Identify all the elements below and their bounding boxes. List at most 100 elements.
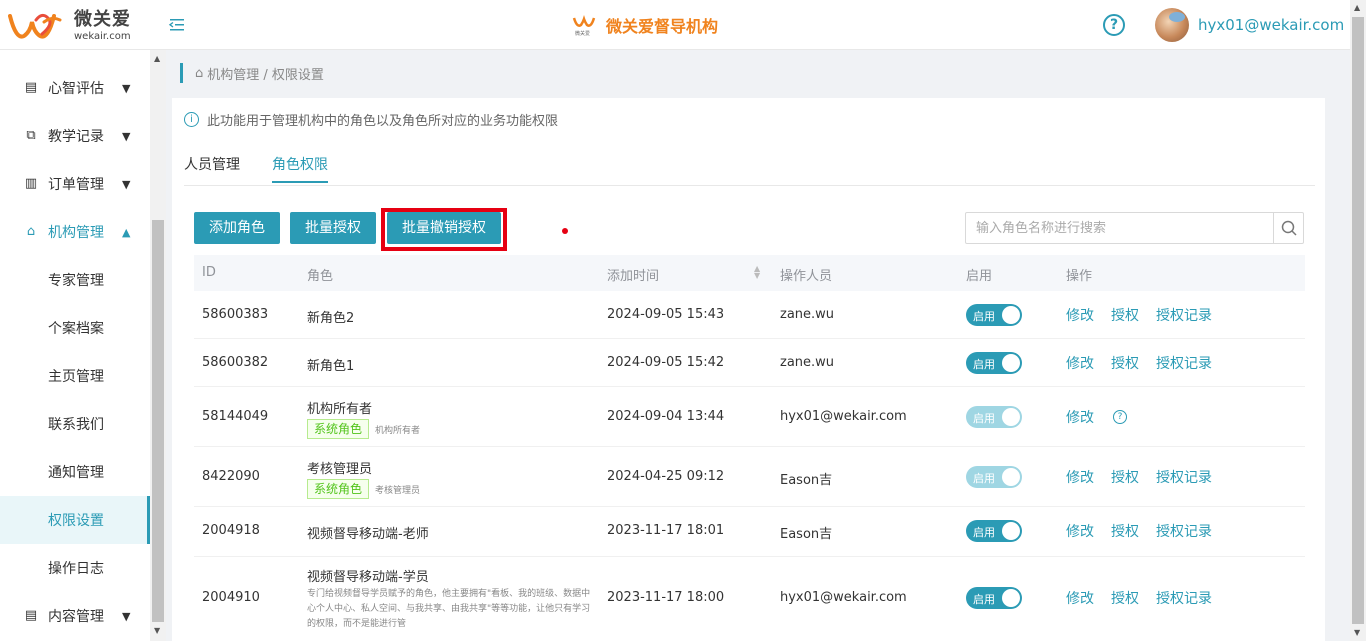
page-scroll-thumb[interactable]	[1352, 17, 1364, 624]
chevron-down-icon: ▼	[122, 81, 131, 95]
bank-icon: ⌂	[26, 224, 36, 239]
tab-role-permissions[interactable]: 角色权限	[272, 154, 328, 183]
toggle-knob	[1002, 589, 1020, 607]
video-icon: ⧉	[26, 128, 36, 143]
enable-toggle[interactable]: 启用	[966, 520, 1022, 542]
sidebar-item-mind-assessment[interactable]: ▤ 心智评估 ▼	[0, 64, 150, 112]
role-name: 考核管理员	[307, 462, 373, 477]
role-description: 专门给视频督导学员赋予的角色，他主要拥有"看板、我的班级、数据中心个人中心、私人…	[307, 589, 591, 629]
grant-record-link[interactable]: 授权记录	[1156, 353, 1212, 373]
toggle-knob	[1002, 522, 1020, 540]
added-time: 2023-11-17 18:01	[607, 523, 725, 538]
edit-link[interactable]: 修改	[1066, 353, 1094, 373]
scroll-up-arrow-icon[interactable]: ▲	[1354, 3, 1360, 12]
sidebar-item-label: 机构管理	[48, 225, 104, 241]
enable-toggle: 启用	[966, 406, 1022, 428]
role-name: 新角色2	[307, 311, 355, 326]
edit-link[interactable]: 修改	[1066, 467, 1094, 487]
sidebar-item-label: 个案档案	[48, 321, 104, 337]
operator: hyx01@wekair.com	[780, 590, 907, 605]
sidebar-item-operation-log[interactable]: 操作日志	[0, 544, 150, 592]
sort-icon[interactable]: ▲ ▼	[754, 265, 760, 280]
cursor-dot	[562, 228, 568, 234]
edit-link[interactable]: 修改	[1066, 305, 1094, 325]
sidebar-scrollbar[interactable]: ▲ ▼	[150, 50, 166, 641]
menu-fold-icon[interactable]	[168, 16, 186, 34]
role-name: 视频督导移动端-老师	[307, 527, 429, 542]
operator: zane.wu	[780, 307, 835, 322]
toggle-label: 启用	[973, 472, 995, 485]
batch-grant-button[interactable]: 批量授权	[290, 212, 376, 244]
chevron-down-icon: ▼	[122, 609, 131, 623]
role-id: 58600383	[202, 307, 269, 322]
scroll-down-arrow-icon[interactable]: ▼	[1354, 628, 1360, 637]
sidebar-item-teaching-records[interactable]: ⧉ 教学记录 ▼	[0, 112, 150, 160]
grant-link[interactable]: 授权	[1111, 305, 1139, 325]
sidebar-item-label: 通知管理	[48, 465, 104, 481]
toggle-knob	[1002, 306, 1020, 324]
grant-link[interactable]: 授权	[1111, 467, 1139, 487]
sidebar-item-orders[interactable]: ▥ 订单管理 ▼	[0, 160, 150, 208]
sidebar-item-label: 主页管理	[48, 369, 104, 385]
chevron-down-icon: ▼	[122, 177, 131, 191]
tab-staff-management[interactable]: 人员管理	[184, 154, 240, 174]
help-icon[interactable]: ?	[1103, 14, 1125, 36]
org-title: 微关爱 微关爱督导机构	[572, 13, 718, 37]
grant-record-link[interactable]: 授权记录	[1156, 305, 1212, 325]
role-name: 视频督导移动端-学员	[307, 570, 429, 585]
search-button[interactable]	[1273, 213, 1303, 243]
sidebar-item-content[interactable]: ▤ 内容管理 ▼	[0, 592, 150, 640]
edit-link[interactable]: 修改	[1066, 521, 1094, 541]
scroll-down-arrow-icon[interactable]: ▼	[154, 626, 160, 635]
role-cell: 视频督导移动端-学员 专门给视频督导学员赋予的角色，他主要拥有"看板、我的班级、…	[307, 566, 597, 632]
add-role-button[interactable]: 添加角色	[194, 212, 280, 244]
sidebar-item-homepage[interactable]: 主页管理	[0, 352, 150, 400]
sidebar-item-label: 专家管理	[48, 273, 104, 289]
question-circle-icon[interactable]: ?	[1113, 410, 1127, 424]
toggle-knob	[1002, 354, 1020, 372]
grant-link[interactable]: 授权	[1111, 353, 1139, 373]
sidebar-item-org-management[interactable]: ⌂ 机构管理 ▲	[0, 208, 150, 256]
toggle-label: 启用	[973, 526, 995, 539]
enable-toggle[interactable]: 启用	[966, 587, 1022, 609]
system-role-tag: 系统角色	[307, 419, 370, 439]
search-icon	[1281, 220, 1297, 236]
enable-toggle[interactable]: 启用	[966, 352, 1022, 374]
operator: Eason吉	[780, 527, 833, 542]
sidebar-item-notifications[interactable]: 通知管理	[0, 448, 150, 496]
logo-name: 微关爱	[74, 8, 131, 30]
grant-record-link[interactable]: 授权记录	[1156, 588, 1212, 608]
sidebar-item-contact[interactable]: 联系我们	[0, 400, 150, 448]
enable-toggle: 启用	[966, 466, 1022, 488]
search-input[interactable]	[966, 213, 1273, 243]
sidebar-scroll-thumb[interactable]	[152, 220, 164, 622]
grant-record-link[interactable]: 授权记录	[1156, 521, 1212, 541]
user-email[interactable]: hyx01@wekair.com	[1198, 16, 1344, 34]
scroll-up-arrow-icon[interactable]: ▲	[154, 54, 160, 63]
page-scrollbar[interactable]: ▲ ▼	[1350, 0, 1366, 641]
enable-toggle[interactable]: 启用	[966, 304, 1022, 326]
grant-link[interactable]: 授权	[1111, 588, 1139, 608]
sidebar-item-permissions[interactable]: 权限设置	[0, 496, 150, 544]
grant-link[interactable]: 授权	[1111, 521, 1139, 541]
table-row: 8422090 考核管理员 系统角色 考核管理员 2024-04-25 09:12…	[194, 447, 1305, 507]
added-time: 2024-09-05 15:42	[607, 355, 725, 370]
order-icon: ▥	[24, 176, 38, 191]
sidebar-item-experts[interactable]: 专家管理	[0, 256, 150, 304]
logo[interactable]: 微关爱 wekair.com	[8, 8, 131, 44]
sidebar-item-cases[interactable]: 个案档案	[0, 304, 150, 352]
wekair-logo-icon	[8, 13, 62, 39]
content-icon: ▤	[24, 608, 38, 623]
toggle-knob	[1002, 408, 1020, 426]
sidebar-item-label: 教学记录	[48, 129, 104, 145]
edit-link[interactable]: 修改	[1066, 588, 1094, 608]
toggle-label: 启用	[973, 310, 995, 323]
edit-link[interactable]: 修改	[1066, 407, 1094, 427]
operator: Eason吉	[780, 473, 833, 488]
role-id: 58144049	[202, 409, 269, 424]
role-name: 机构所有者	[307, 402, 373, 417]
grant-record-link[interactable]: 授权记录	[1156, 467, 1212, 487]
user-avatar[interactable]	[1155, 8, 1189, 42]
toggle-label: 启用	[973, 358, 995, 371]
table-row: 58144049 机构所有者 系统角色 机构所有者 2024-09-04 13:4…	[194, 387, 1305, 447]
